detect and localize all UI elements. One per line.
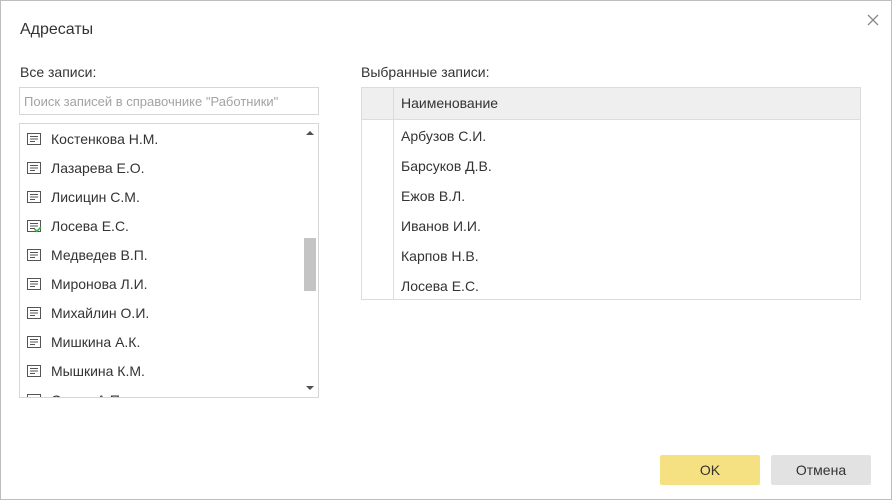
table-cell-name: Ежов В.Л. (401, 188, 466, 204)
table-cell-name: Иванов И.И. (401, 218, 481, 234)
table-cell-name: Арбузов С.И. (401, 128, 487, 144)
table-rows: Арбузов С.И. Барсуков Д.В. Ежов В.Л. Иванов… (362, 120, 860, 301)
search-input[interactable] (19, 87, 319, 115)
record-icon (26, 189, 42, 205)
list-item[interactable]: Миронова Л.И. (20, 269, 318, 298)
table-row[interactable]: Карпов Н.В. (362, 241, 860, 271)
record-icon (26, 334, 42, 350)
record-icon (26, 276, 42, 292)
list-item[interactable]: Мышкина К.М. (20, 356, 318, 385)
list-item-label: Миронова Л.И. (51, 275, 148, 292)
record-icon (26, 363, 42, 379)
record-icon (26, 131, 42, 147)
record-icon (26, 392, 42, 397)
list-item-label: Орлов А.П. (51, 392, 124, 398)
selected-records-table: Наименование Арбузов С.И. Барсуков Д.В. Еж… (361, 87, 861, 300)
all-records-label: Все записи: (20, 64, 97, 80)
table-cell-name: Лосева Е.С. (401, 278, 479, 294)
list-item[interactable]: Мишкина А.К. (20, 327, 318, 356)
list-item-label: Медведев В.П. (51, 246, 148, 263)
record-icon (26, 247, 42, 263)
ok-button[interactable]: OK (660, 455, 760, 485)
list-item-label: Лазарева Е.О. (51, 159, 145, 176)
list-item-label: Костенкова Н.М. (51, 130, 159, 147)
record-icon (26, 305, 42, 321)
row-gutter (362, 120, 394, 299)
table-row[interactable]: Арбузов С.И. (362, 121, 860, 151)
table-row[interactable]: Барсуков Д.В. (362, 151, 860, 181)
scroll-thumb[interactable] (304, 238, 316, 291)
all-records-items: Костенкова Н.М. Лазарева Е.О. Лисицин С.М.… (20, 124, 318, 398)
list-scrollbar[interactable] (302, 124, 318, 397)
table-cell-name: Карпов Н.В. (401, 248, 479, 264)
list-item[interactable]: Костенкова Н.М. (20, 124, 318, 153)
list-item[interactable]: Лосева Е.С. (20, 211, 318, 240)
list-item[interactable]: Лазарева Е.О. (20, 153, 318, 182)
list-item[interactable]: Михайлин О.И. (20, 298, 318, 327)
cancel-button[interactable]: Отмена (771, 455, 871, 485)
dialog-title: Адресаты (20, 21, 94, 38)
table-body: Арбузов С.И. Барсуков Д.В. Ежов В.Л. Иванов… (362, 120, 860, 301)
close-icon[interactable] (865, 12, 881, 28)
header-gutter-cell (362, 88, 394, 119)
table-row[interactable]: Лосева Е.С. (362, 271, 860, 301)
list-item[interactable]: Медведев В.П. (20, 240, 318, 269)
selected-records-label: Выбранные записи: (361, 64, 490, 80)
table-header: Наименование (362, 88, 860, 120)
table-row[interactable]: Иванов И.И. (362, 211, 860, 241)
list-item-label: Мышкина К.М. (51, 362, 145, 379)
table-cell-name: Барсуков Д.В. (401, 158, 492, 174)
column-header-name[interactable]: Наименование (394, 88, 498, 119)
all-records-list: Костенкова Н.М. Лазарева Е.О. Лисицин С.М.… (19, 123, 319, 398)
table-row[interactable]: Ежов В.Л. (362, 181, 860, 211)
scroll-down-arrow-icon[interactable] (302, 380, 318, 396)
addressees-dialog: Адресаты Все записи: Костенкова Н.М. Лаза… (0, 0, 892, 500)
list-item[interactable]: Орлов А.П. (20, 385, 318, 398)
record-selected-icon (26, 218, 42, 234)
list-item-label: Мишкина А.К. (51, 333, 141, 350)
list-item[interactable]: Лисицин С.М. (20, 182, 318, 211)
scroll-up-arrow-icon[interactable] (302, 125, 318, 141)
list-item-label: Лисицин С.М. (51, 188, 140, 205)
list-item-label: Лосева Е.С. (51, 217, 129, 234)
record-icon (26, 160, 42, 176)
list-item-label: Михайлин О.И. (51, 304, 150, 321)
